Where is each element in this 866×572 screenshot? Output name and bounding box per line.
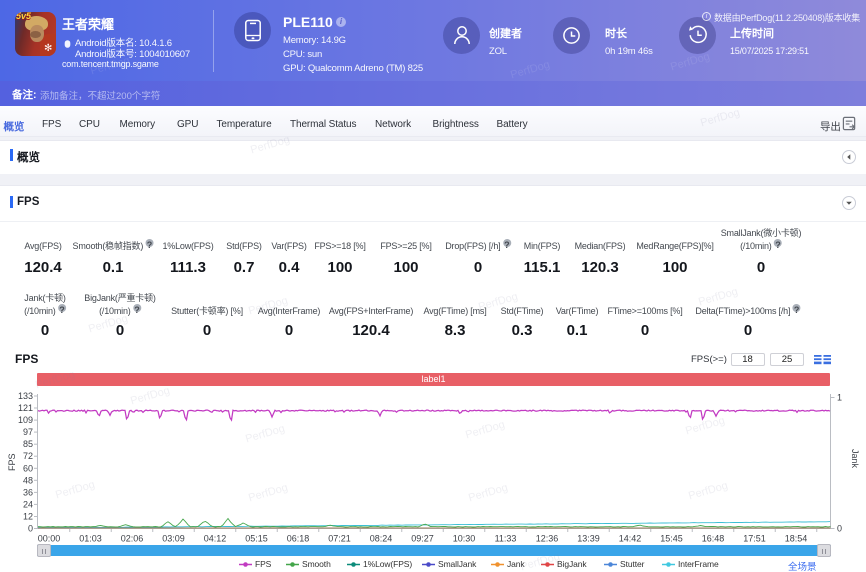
svg-text:06:18: 06:18	[287, 534, 310, 544]
svg-text:17:51: 17:51	[743, 534, 766, 544]
svg-text:36: 36	[23, 487, 33, 497]
svg-text:16:48: 16:48	[702, 534, 725, 544]
svg-text:0: 0	[28, 524, 33, 534]
svg-text:13:39: 13:39	[577, 534, 600, 544]
svg-text:07:21: 07:21	[328, 534, 351, 544]
svg-text:0: 0	[837, 524, 842, 534]
svg-text:60: 60	[23, 463, 33, 473]
svg-text:09:27: 09:27	[411, 534, 434, 544]
svg-text:02:06: 02:06	[121, 534, 144, 544]
svg-text:1: 1	[837, 393, 842, 403]
svg-text:01:03: 01:03	[79, 534, 102, 544]
svg-text:109: 109	[18, 415, 33, 425]
svg-text:24: 24	[23, 499, 33, 509]
svg-text:04:12: 04:12	[204, 534, 227, 544]
svg-text:72: 72	[23, 451, 33, 461]
svg-text:11:33: 11:33	[495, 534, 517, 544]
svg-text:12:36: 12:36	[536, 534, 559, 544]
svg-text:10:30: 10:30	[453, 534, 476, 544]
svg-text:05:15: 05:15	[245, 534, 268, 544]
svg-text:00:00: 00:00	[38, 534, 61, 544]
svg-text:12: 12	[23, 512, 33, 522]
svg-text:03:09: 03:09	[162, 534, 185, 544]
svg-text:14:42: 14:42	[619, 534, 642, 544]
svg-text:85: 85	[23, 439, 33, 449]
svg-text:48: 48	[23, 475, 33, 485]
svg-text:121: 121	[18, 403, 33, 413]
svg-text:08:24: 08:24	[370, 534, 393, 544]
svg-text:133: 133	[18, 391, 33, 401]
svg-text:97: 97	[23, 427, 33, 437]
svg-text:15:45: 15:45	[660, 534, 683, 544]
svg-text:18:54: 18:54	[785, 534, 808, 544]
